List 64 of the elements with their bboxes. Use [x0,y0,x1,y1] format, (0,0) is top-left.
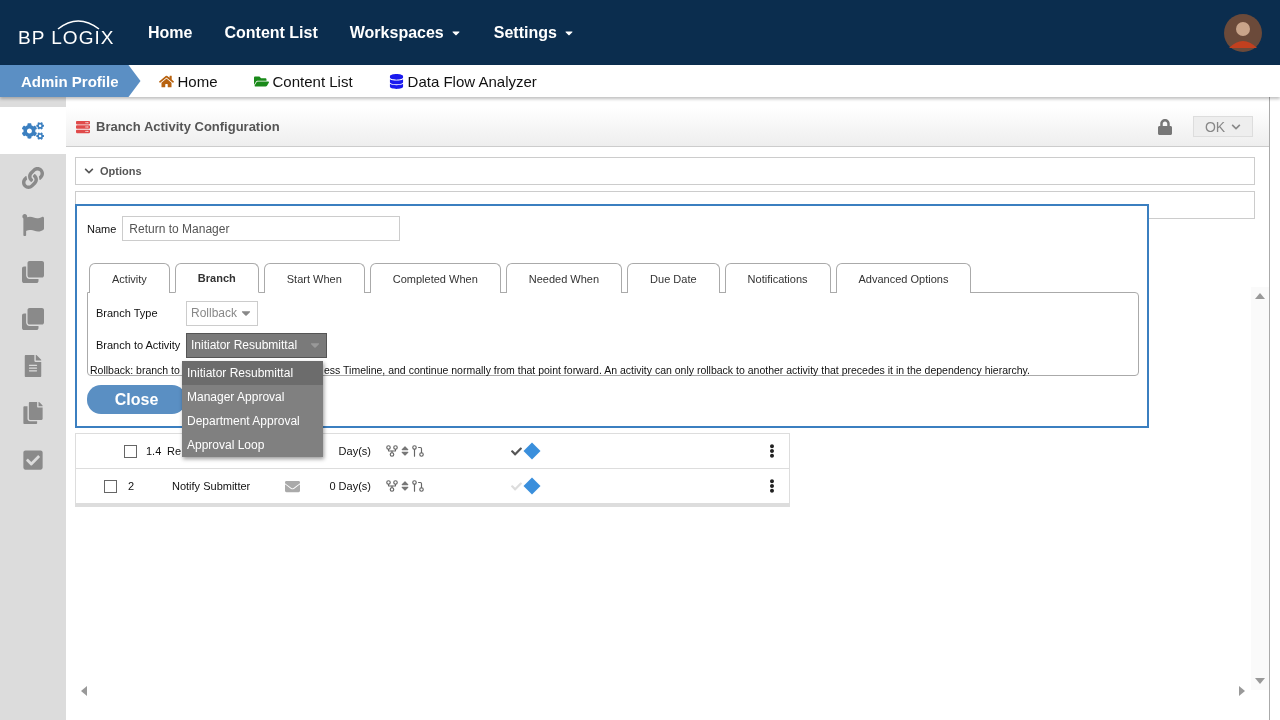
activity-select[interactable]: Initiator Resubmittal [186,332,327,358]
database-icon [388,73,404,89]
activity-row[interactable]: 2 Notify Submitter 0 Day(s) [76,469,789,504]
scroll-right-icon[interactable] [1239,686,1245,696]
branch-type-label: Branch Type [95,307,159,319]
merge-icon[interactable] [411,479,425,493]
merge-icon[interactable] [411,444,425,458]
name-label: Name [87,222,117,235]
branch-icon[interactable] [385,479,399,493]
flag-icon [22,213,44,236]
tab[interactable]: Activity [89,263,170,293]
duration: 0 Day(s) [328,480,371,492]
link-icon [22,166,44,189]
row-checkbox[interactable] [124,444,137,458]
nav-link[interactable]: Home [148,23,193,42]
menu-item[interactable]: Approval Loop [182,433,323,457]
activity-name: Re [167,445,182,457]
breadcrumb-link[interactable]: Content List [253,72,353,90]
row-number: 1.4 [146,445,163,457]
section-header[interactable]: Options [75,157,1255,185]
scrollbar[interactable] [1251,287,1269,690]
nav-link[interactable]: Workspaces [349,23,462,42]
pages-icon [22,401,44,424]
branch-icon[interactable] [385,444,399,458]
sidebar-item[interactable] [0,107,66,154]
menu-item[interactable]: Initiator Resubmittal [182,361,323,385]
tab[interactable]: Start When [263,263,365,293]
breadcrumb-link[interactable]: Home [158,72,218,90]
panel-title: Branch Activity Configuration [96,119,280,134]
tab[interactable]: Branch [174,263,259,293]
row-checkbox[interactable] [104,479,117,493]
breadcrumb-link[interactable]: Data Flow Analyzer [388,72,537,90]
row-number: 2 [128,480,136,492]
nav-link[interactable]: Content List [224,23,318,42]
scroll-up-icon[interactable] [1255,293,1265,299]
scroll-down-icon[interactable] [1255,678,1265,684]
squares-icon [22,260,44,283]
file-icon [22,354,44,377]
nav-link[interactable]: Settings [493,23,575,42]
tab[interactable]: Notifications [724,263,831,293]
description-text: Rollback: branch to [90,364,180,376]
avatar[interactable] [1224,13,1262,52]
chevron-icon [1231,121,1242,132]
logo: BP LOGIX [18,16,130,49]
scroll-left-icon[interactable] [81,686,87,696]
tab[interactable]: Completed When [369,263,501,293]
tab[interactable]: Needed When [505,263,623,293]
squares-icon [22,307,44,330]
server-icon [76,119,90,134]
name-field[interactable]: Return to Manager [122,216,401,241]
sort-icon[interactable] [399,445,411,457]
activity-name: Notify Submitter [172,480,251,492]
chevron-icon [84,166,94,176]
home-icon [158,73,174,89]
gears-icon [22,119,44,142]
description-text: ess Timeline, and continue normally from that point forward. An activity can only rollback to another activity that precedes it in the dependency hierarchy. [324,364,1031,376]
sort-icon[interactable] [399,480,411,492]
tab[interactable]: Advanced Options [835,263,972,293]
duration: Day(s) [337,445,371,457]
checkbox-icon [22,448,44,471]
menu-item[interactable]: Manager Approval [182,385,323,409]
tab[interactable]: Due Date [627,263,720,293]
menu-item[interactable]: Department Approval [182,409,323,433]
branch-to-label: Branch to Activity [95,339,182,351]
